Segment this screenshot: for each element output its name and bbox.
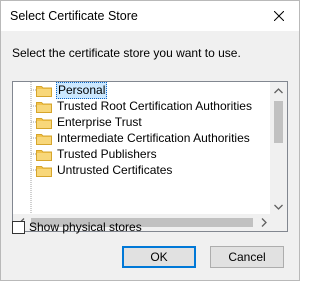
ok-button[interactable]: OK	[122, 246, 196, 268]
tree-item-label: Intermediate Certification Authorities	[57, 130, 250, 145]
chevron-up-icon	[274, 87, 283, 93]
chevron-down-icon	[274, 204, 283, 210]
close-button[interactable]	[259, 1, 299, 31]
scrollbar-corner	[270, 214, 287, 231]
tree-item-enterprise-trust[interactable]: Enterprise Trust	[36, 114, 143, 130]
dialog-body: Select the certificate store you want to…	[1, 31, 299, 280]
certificate-store-tree[interactable]: Personal Trusted Root Certification Auth…	[12, 81, 288, 232]
folder-icon	[36, 165, 52, 177]
title-bar: Select Certificate Store	[1, 1, 299, 31]
tree-item-label: Trusted Root Certification Authorities	[57, 98, 252, 113]
window-title: Select Certificate Store	[10, 9, 138, 23]
folder-icon	[36, 117, 52, 129]
show-physical-stores-label: Show physical stores	[29, 220, 142, 234]
show-physical-stores-checkbox[interactable]	[12, 220, 25, 234]
tree-item-personal[interactable]: Personal	[36, 82, 108, 99]
select-certificate-store-dialog: Select Certificate Store Select the cert…	[0, 0, 300, 281]
folder-icon	[36, 149, 52, 161]
tree-item-label: Trusted Publishers	[57, 146, 157, 161]
scroll-up-button[interactable]	[270, 82, 287, 99]
folder-icon	[36, 101, 52, 113]
vertical-scrollbar[interactable]	[270, 82, 287, 215]
scroll-down-button[interactable]	[270, 198, 287, 215]
tree-item-intermediate[interactable]: Intermediate Certification Authorities	[36, 130, 251, 146]
tree-item-label: Enterprise Trust	[57, 114, 142, 129]
show-physical-stores-option[interactable]: Show physical stores	[12, 220, 142, 234]
folder-icon	[36, 133, 52, 145]
tree-item-untrusted[interactable]: Untrusted Certificates	[36, 162, 173, 178]
tree-item-trusted-publishers[interactable]: Trusted Publishers	[36, 146, 158, 162]
cancel-button[interactable]: Cancel	[210, 246, 284, 268]
tree-item-trusted-root[interactable]: Trusted Root Certification Authorities	[36, 98, 253, 114]
tree-item-label: Personal	[56, 82, 108, 99]
close-icon	[274, 11, 284, 21]
folder-icon	[36, 85, 52, 97]
chevron-right-icon	[261, 218, 267, 227]
instruction-text: Select the certificate store you want to…	[12, 46, 241, 60]
tree-item-label: Untrusted Certificates	[57, 162, 173, 177]
vertical-scroll-thumb[interactable]	[274, 101, 283, 143]
